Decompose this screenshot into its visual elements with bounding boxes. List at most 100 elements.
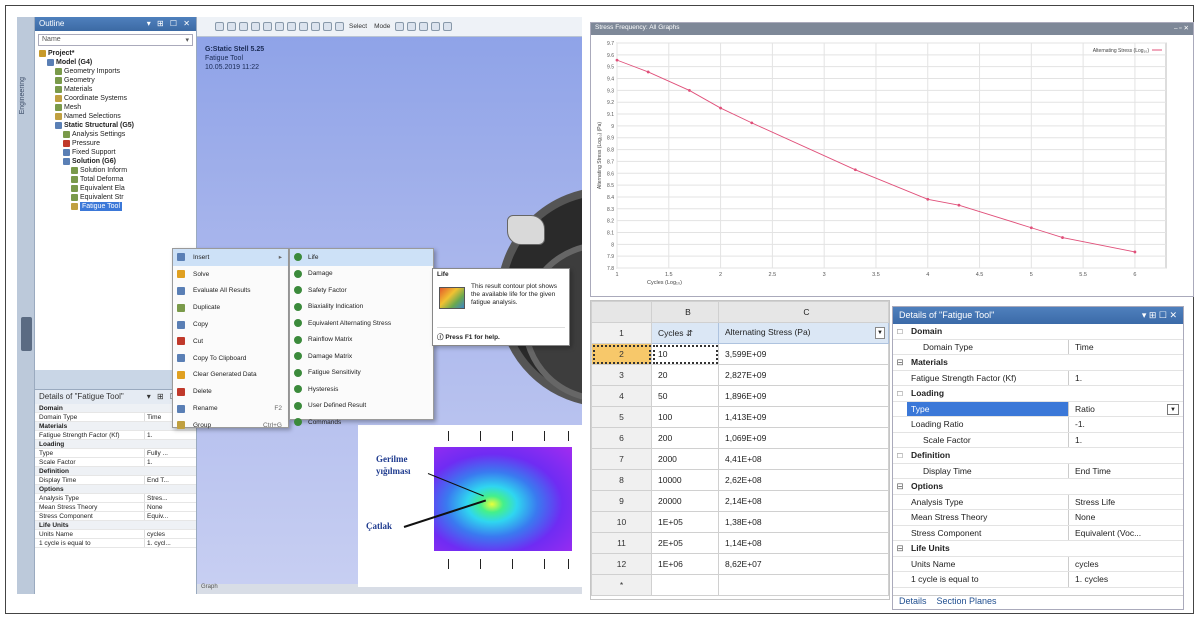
details-row[interactable]: ⊟ Options [893,479,1183,495]
details-small-row[interactable]: Definition [35,467,196,476]
box-zoom-icon[interactable] [275,22,284,31]
tree-item[interactable]: Equivalent Str [35,193,196,202]
expand-toggle-icon[interactable]: ⊟ [893,479,907,494]
context-menu-item[interactable]: Copy [173,316,288,333]
details-row[interactable]: Scale Factor 1. [893,432,1183,448]
details-value[interactable]: -1. [1069,417,1183,432]
details-value[interactable]: End Time [1069,464,1183,479]
stress-cell[interactable]: 8,62E+07 [718,553,889,575]
chevron-down-icon[interactable]: ▼ [1167,403,1179,415]
tree-item[interactable]: Fixed Support [35,148,196,157]
tree-item[interactable]: Geometry Imports [35,67,196,76]
panel-collapse-handle[interactable] [21,317,32,351]
row-number[interactable]: 12 [591,553,652,575]
zoom-icon[interactable] [215,22,224,31]
submenu-item[interactable]: Hysteresis [290,381,433,398]
isometric-icon[interactable] [311,22,320,31]
stress-cell[interactable]: 1,413E+09 [718,406,889,428]
rotate-icon[interactable] [239,22,248,31]
details-window-controls[interactable]: ▾ ⊞ ☐ ✕ [1142,310,1177,321]
details-row[interactable]: □ Definition [893,448,1183,464]
details-row[interactable]: Fatigue Strength Factor (Kf) 1. [893,370,1183,386]
details-value[interactable]: 1. cycles [1069,572,1183,587]
details-row[interactable]: Stress Component Equivalent (Voc... [893,525,1183,541]
row-number[interactable]: 8 [591,469,652,491]
submenu-item[interactable]: Damage [290,266,433,283]
details-small-row[interactable]: Scale Factor 1. [35,458,196,467]
row-number[interactable]: 5 [591,406,652,428]
tree-item[interactable]: Solution Inform [35,166,196,175]
zoom-in-icon[interactable] [299,22,308,31]
edge-select-icon[interactable] [407,22,417,31]
empty-cell[interactable] [718,574,889,596]
details-small-value[interactable]: 1. cycl... [145,539,196,547]
submenu-item[interactable]: User Defined Result [290,398,433,415]
expand-toggle-icon[interactable]: □ [893,448,907,463]
tree-item[interactable]: Project* [35,49,196,58]
details-row[interactable]: Analysis Type Stress Life [893,494,1183,510]
submenu-item[interactable]: Fatigue Sensitivity [290,365,433,382]
context-menu-item[interactable]: Solve [173,266,288,283]
details-small-row[interactable]: Loading [35,440,196,449]
submenu-item[interactable]: Commands [290,414,433,431]
details-small-value[interactable]: Equiv... [145,512,196,520]
row-number[interactable]: 9 [591,490,652,512]
details-row[interactable]: 1 cycle is equal to 1. cycles [893,572,1183,588]
details-small-value[interactable]: 1. [145,458,196,466]
data-point[interactable] [719,106,722,110]
stress-cell[interactable]: 1,896E+09 [718,385,889,407]
details-row[interactable]: Mean Stress Theory None [893,510,1183,526]
submenu-item[interactable]: Damage Matrix [290,348,433,365]
fit-icon[interactable] [263,22,272,31]
cycles-cell[interactable]: 10000 [651,469,719,491]
context-menu-item[interactable]: Evaluate All Results [173,283,288,300]
context-menu-item[interactable]: Group Ctrl+G [173,417,288,434]
expand-toggle-icon[interactable]: □ [893,386,907,401]
details-value[interactable]: None [1069,510,1183,525]
cycles-cell[interactable]: 2000 [651,448,719,470]
row-number[interactable]: 2 [591,343,652,365]
details-row[interactable]: Loading Ratio -1. [893,417,1183,433]
details-small-row[interactable]: Fatigue Strength Factor (Kf) 1. [35,431,196,440]
tree-item[interactable]: Analysis Settings [35,130,196,139]
chevron-down-icon[interactable]: ▾ [185,36,189,44]
cycles-cell[interactable]: 1E+05 [651,511,719,533]
stress-cell[interactable]: 1,38E+08 [718,511,889,533]
cycles-cell[interactable]: 20 [651,364,719,386]
details-small-row[interactable]: Stress Component Equiv... [35,512,196,521]
context-menu-item[interactable]: Clear Generated Data [173,367,288,384]
tree-item[interactable]: Named Selections [35,112,196,121]
row-number[interactable]: 6 [591,427,652,449]
body-select-icon[interactable] [431,22,441,31]
stress-cell[interactable]: 3,599E+09 [718,343,889,365]
details-small-value[interactable]: Fully ... [145,449,196,457]
details-row[interactable]: ⊟ Life Units [893,541,1183,557]
tab-details[interactable]: Details [899,596,927,609]
details-small-value[interactable]: None [145,503,196,511]
tree-item[interactable]: Model (G4) [35,58,196,67]
details-small-row[interactable]: Units Name cycles [35,530,196,539]
details-row[interactable]: Type Ratio ▼ [893,401,1183,417]
row-number[interactable]: 11 [591,532,652,554]
details-value[interactable]: Time [1069,340,1183,355]
next-view-icon[interactable] [335,22,344,31]
tree-item[interactable]: Static Structural (G5) [35,121,196,130]
data-point[interactable] [926,197,930,201]
context-menu-item[interactable]: Delete [173,383,288,400]
face-select-icon[interactable] [419,22,429,31]
tree-item[interactable]: Equivalent Ela [35,184,196,193]
chevron-down-icon[interactable]: ▼ [875,327,885,339]
context-menu-item[interactable]: Cut [173,333,288,350]
row-number[interactable]: 10 [591,511,652,533]
details-row[interactable]: Units Name cycles [893,556,1183,572]
column-c-header[interactable]: C [718,301,889,323]
data-point[interactable] [957,203,961,207]
cycles-cell[interactable]: 1E+06 [651,553,719,575]
row-number[interactable]: 7 [591,448,652,470]
expand-toggle-icon[interactable]: ⊟ [893,541,907,556]
stress-cell[interactable]: 2,14E+08 [718,490,889,512]
mode-label[interactable]: Mode [374,23,390,30]
details-row[interactable]: □ Loading [893,386,1183,402]
tree-item[interactable]: Solution (G6) [35,157,196,166]
expand-toggle-icon[interactable]: ⊟ [893,355,907,370]
